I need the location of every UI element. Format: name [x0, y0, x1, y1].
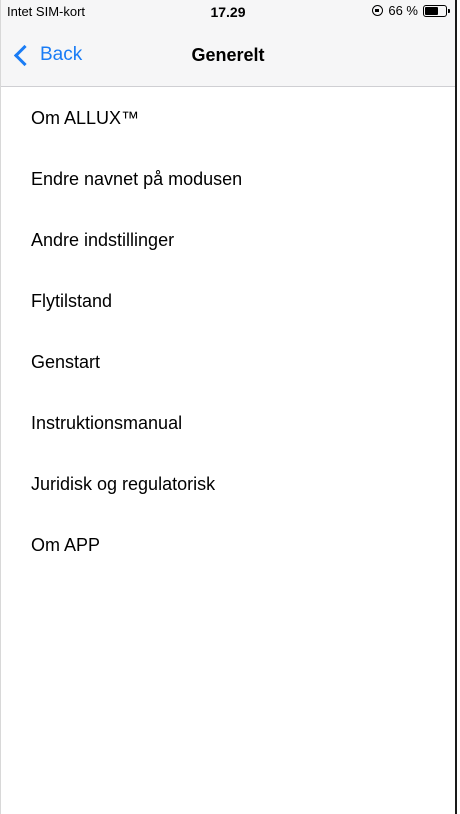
- status-right: 66 %: [372, 3, 450, 18]
- page-title: Generelt: [191, 45, 265, 65]
- list-item-manual[interactable]: Instruktionsmanual: [1, 393, 455, 454]
- navigation-bar: Back Generelt: [1, 34, 455, 86]
- list-item-other-settings[interactable]: Andre indstillinger: [1, 210, 455, 271]
- list-item-about-app[interactable]: Om APP: [1, 515, 455, 576]
- orientation-lock-icon: [372, 5, 384, 16]
- status-bar: Intet SIM-kort 17.29 66 %: [1, 0, 455, 34]
- settings-list: Om ALLUX™ Endre navnet på modusen Andre …: [1, 88, 455, 576]
- list-item-legal[interactable]: Juridisk og regulatorisk: [1, 454, 455, 515]
- battery-icon: [423, 4, 450, 17]
- top-bar: Intet SIM-kort 17.29 66 % Back Generelt: [1, 0, 455, 87]
- battery-percentage: 66 %: [388, 3, 418, 18]
- list-item-om-allux[interactable]: Om ALLUX™: [1, 88, 455, 149]
- list-item-rename-mode[interactable]: Endre navnet på modusen: [1, 149, 455, 210]
- list-item-restart[interactable]: Genstart: [1, 332, 455, 393]
- phone-screen: Intet SIM-kort 17.29 66 % Back Generelt …: [0, 0, 457, 814]
- battery-level: [425, 6, 438, 15]
- list-item-flight-mode[interactable]: Flytilstand: [1, 271, 455, 332]
- battery-cap: [448, 8, 450, 13]
